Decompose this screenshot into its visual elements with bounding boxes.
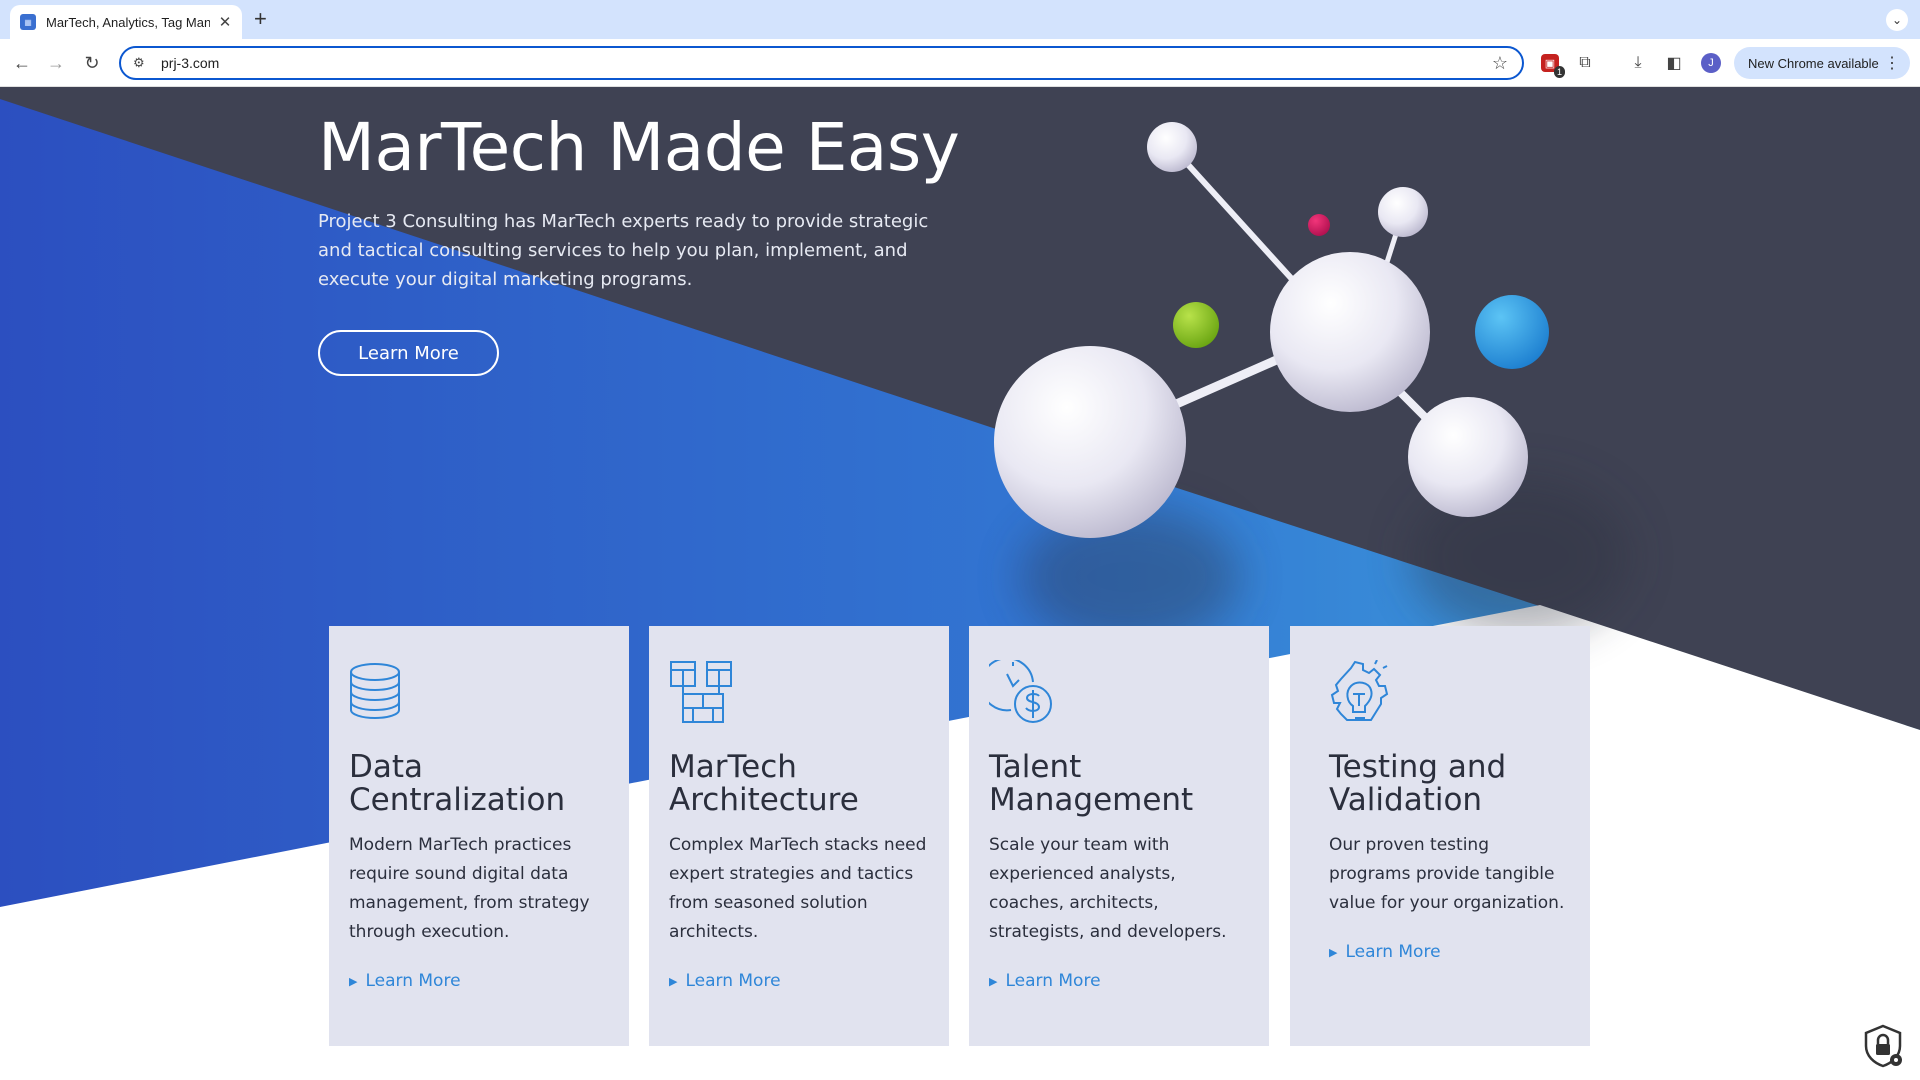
card-title: Data Centralization (349, 749, 566, 818)
browser-tab[interactable]: ▦ MarTech, Analytics, Tag Mana ✕ (10, 5, 242, 39)
download-icon[interactable]: ⤓ (1627, 52, 1649, 74)
molecule-sphere-blue (1475, 295, 1549, 369)
gear-lightbulb-icon (1330, 659, 1389, 721)
molecule-sphere (1408, 397, 1528, 517)
card-learn-more-link[interactable]: ▶ Learn More (669, 971, 929, 991)
bookmark-star-icon[interactable]: ☆ (1492, 53, 1508, 74)
back-arrow-icon[interactable]: ← (8, 49, 36, 77)
page-viewport: MarTech Made Easy Project 3 Consulting h… (0, 87, 1920, 1080)
caret-right-icon: ▶ (669, 974, 678, 988)
card-body: Modern MarTech practices require sound d… (349, 835, 590, 942)
service-card-talent-management: Talent Management Scale your team with e… (969, 626, 1269, 1046)
reload-icon[interactable]: ↻ (78, 49, 106, 77)
new-chrome-available-button[interactable]: New Chrome available ⋮ (1734, 47, 1910, 79)
card-body: Our proven testing programs provide tang… (1329, 835, 1565, 913)
browser-toolbar: ← → ↻ ⚙ prj-3.com ☆ ▣ 1 ⧉ ⤓ ◧ J New Chro… (0, 39, 1920, 87)
hero-title: MarTech Made Easy (318, 109, 960, 186)
card-title: Testing and Validation (1329, 749, 1507, 818)
card-link-label[interactable]: Learn More (1345, 942, 1440, 962)
card-link-label[interactable]: Learn More (365, 971, 460, 991)
side-panel-icon[interactable]: ◧ (1663, 52, 1685, 74)
hero-subtitle: Project 3 Consulting has MarTech experts… (318, 211, 929, 290)
chrome-menu-icon[interactable]: ⋮ (1884, 53, 1900, 73)
forward-arrow-icon[interactable]: → (42, 49, 70, 77)
caret-right-icon: ▶ (1329, 945, 1338, 959)
tab-close-icon[interactable]: ✕ (216, 13, 234, 31)
hero-learn-more-button[interactable]: Learn More (318, 330, 499, 376)
service-card-data-centralization: Data Centralization Modern MarTech pract… (329, 626, 629, 1046)
database-icon (350, 663, 400, 720)
tab-search-chevron-icon[interactable]: ⌄ (1886, 9, 1908, 31)
card-link-label[interactable]: Learn More (685, 971, 780, 991)
profile-avatar[interactable]: J (1701, 53, 1721, 73)
browser-tab-strip: ▦ MarTech, Analytics, Tag Mana ✕ + ⌄ (0, 0, 1920, 39)
card-body: Scale your team with experienced analyst… (989, 835, 1227, 942)
molecule-sphere (994, 346, 1186, 538)
card-title: MarTech Architecture (669, 749, 859, 818)
extension-red-icon[interactable]: ▣ 1 (1541, 54, 1565, 78)
service-card-martech-architecture: MarTech Architecture Complex MarTech sta… (649, 626, 949, 1046)
extension-badge-count: 1 (1553, 66, 1565, 78)
card-learn-more-link[interactable]: ▶ Learn More (989, 971, 1249, 991)
service-card-testing-validation: Testing and Validation Our proven testin… (1290, 626, 1590, 1046)
caret-right-icon: ▶ (989, 974, 998, 988)
molecule-sphere-green (1173, 302, 1219, 348)
tab-title: MarTech, Analytics, Tag Mana (46, 14, 210, 30)
caret-right-icon: ▶ (349, 974, 358, 988)
address-bar[interactable]: ⚙ prj-3.com ☆ (119, 46, 1524, 80)
molecule-sphere (1378, 187, 1428, 237)
security-shield-lock-icon[interactable] (1862, 1024, 1904, 1068)
molecule-sphere (1147, 122, 1197, 172)
extensions-puzzle-icon[interactable]: ⧉ (1574, 52, 1596, 74)
clock-dollar-icon (980, 657, 1052, 723)
card-title: Talent Management (989, 749, 1194, 818)
molecule-sphere-pink (1308, 214, 1330, 236)
card-learn-more-link[interactable]: ▶ Learn More (1329, 942, 1570, 962)
address-url[interactable]: prj-3.com (161, 55, 1492, 71)
card-learn-more-link[interactable]: ▶ Learn More (349, 971, 609, 991)
site-favicon-icon: ▦ (20, 14, 36, 30)
new-chrome-label: New Chrome available (1748, 55, 1879, 71)
hero-background (0, 87, 1920, 1080)
card-body: Complex MarTech stacks need expert strat… (669, 835, 927, 942)
site-info-icon[interactable]: ⚙ (133, 55, 153, 71)
architecture-blocks-icon (670, 661, 732, 723)
new-tab-icon[interactable]: + (254, 8, 267, 30)
molecule-sphere (1270, 252, 1430, 412)
card-link-label[interactable]: Learn More (1005, 971, 1100, 991)
